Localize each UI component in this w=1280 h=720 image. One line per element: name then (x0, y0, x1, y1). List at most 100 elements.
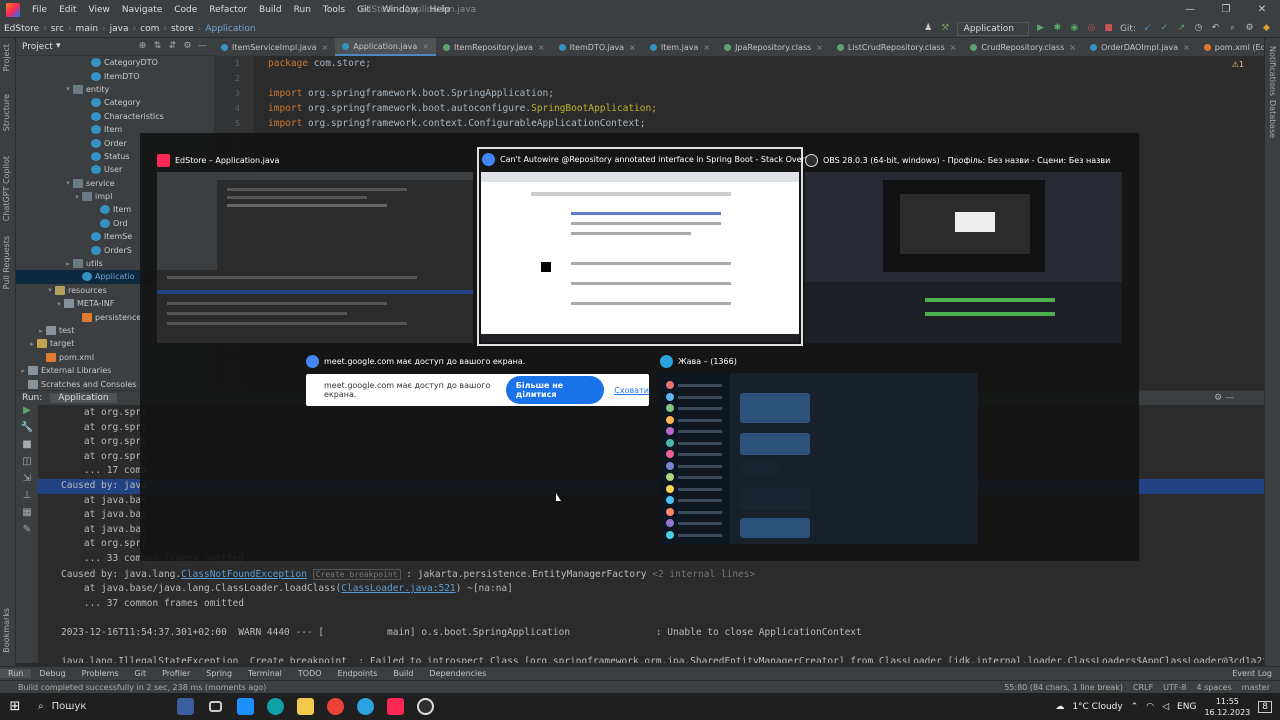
editor-tab[interactable]: Application.java × (335, 38, 436, 56)
volume-icon[interactable]: ◁ (1162, 702, 1169, 712)
tool-tab-terminal[interactable]: Terminal (240, 669, 290, 678)
switcher-window-telegram[interactable]: Жава – (1366) (660, 352, 978, 544)
close-tab-icon[interactable]: × (422, 42, 429, 51)
expand-all-icon[interactable]: ⇅ (152, 41, 163, 52)
close-tab-icon[interactable]: × (629, 43, 636, 52)
taskbar-app[interactable] (170, 693, 200, 720)
editor-tab[interactable]: JpaRepository.class × (717, 38, 830, 56)
caret-position[interactable]: 55:80 (84 chars, 1 line break) (1004, 683, 1123, 692)
debug-icon[interactable]: ✱ (1052, 23, 1063, 34)
camera-icon[interactable]: ◫ (16, 456, 38, 473)
run-config-select[interactable]: Application (956, 21, 1029, 36)
menu-navigate[interactable]: Navigate (116, 5, 168, 15)
restore-icon[interactable]: ❐ (1208, 0, 1244, 20)
edge-icon[interactable] (260, 693, 290, 720)
switcher-window-meet[interactable]: meet.google.com має доступ до вашого екр… (306, 352, 649, 372)
search-everywhere-icon[interactable]: ⌕ (1227, 23, 1238, 34)
collapse-all-icon[interactable]: ⇵ (167, 41, 178, 52)
project-tool-tab[interactable]: Project (2, 44, 11, 71)
tool-tab-dependencies[interactable]: Dependencies (421, 669, 494, 678)
run-icon[interactable]: ▶ (1035, 23, 1046, 34)
git-commit-icon[interactable]: ✓ (1159, 23, 1170, 34)
tool-tab-spring[interactable]: Spring (198, 669, 240, 678)
pin-icon[interactable]: ⊥ (16, 490, 38, 507)
tree-arrow-icon[interactable]: ▾ (72, 193, 82, 201)
taskbar-app[interactable] (230, 693, 260, 720)
close-tab-icon[interactable]: × (950, 43, 957, 52)
close-tab-icon[interactable]: × (322, 43, 329, 52)
user-icon[interactable]: ♟ (923, 23, 934, 34)
tree-arrow-icon[interactable]: ▾ (45, 286, 55, 294)
windows-start-icon[interactable]: ⊞ (0, 699, 30, 714)
editor-tab[interactable]: OrderDAOImpl.java × (1083, 38, 1197, 56)
restore-layout-icon[interactable]: ⇲ (16, 473, 38, 490)
menu-file[interactable]: File (26, 5, 53, 15)
tool-tab-git[interactable]: Git (127, 669, 155, 678)
breadcrumb-java[interactable]: java (106, 24, 133, 34)
task-view-icon[interactable] (200, 693, 230, 720)
menu-build[interactable]: Build (253, 5, 288, 15)
editor-tab[interactable]: ItemRepository.java × (436, 38, 552, 56)
taskbar-search[interactable]: ⌕ Пошук (30, 693, 170, 720)
settings-icon[interactable]: ⚙ — (1214, 393, 1234, 403)
tool-tab-run[interactable]: Run (0, 669, 32, 678)
wrench-icon[interactable]: 🔧 (16, 422, 38, 439)
tree-item[interactable]: ▾ entity (16, 83, 214, 96)
layout-icon[interactable]: ▦ (16, 507, 38, 524)
close-tab-icon[interactable]: × (1183, 43, 1190, 52)
tree-arrow-icon[interactable]: ▸ (27, 340, 37, 348)
hide-link[interactable]: Сховати (614, 386, 649, 395)
notifications-tool-tab[interactable]: Notifications (1268, 46, 1277, 96)
breadcrumb-main[interactable]: main (72, 24, 103, 34)
switcher-window-intellij[interactable]: EdStore – Application.java (157, 151, 473, 343)
rollback-icon[interactable]: ↶ (1210, 23, 1221, 34)
menu-refactor[interactable]: Refactor (203, 5, 253, 15)
telegram-icon[interactable] (350, 693, 380, 720)
git-branch[interactable]: master (1242, 683, 1270, 692)
rerun-icon[interactable]: ▶ (16, 405, 38, 422)
tree-item[interactable]: ItemDTO (16, 69, 214, 82)
breadcrumb-application[interactable]: Application (201, 24, 259, 34)
weather-text[interactable]: 1°C Cloudy (1072, 702, 1122, 712)
weather-icon[interactable]: ☁ (1055, 702, 1064, 712)
hammer-icon[interactable]: ⚒ (940, 23, 951, 34)
tool-tab-problems[interactable]: Problems (74, 669, 127, 678)
stop-sharing-button[interactable]: Більше не ділитися (505, 376, 605, 404)
close-tab-icon[interactable]: × (703, 43, 710, 52)
editor-tab[interactable]: ItemServiceImpl.java × (214, 38, 335, 56)
jetbrains-icon[interactable]: ◆ (1261, 23, 1272, 34)
close-tab-icon[interactable]: × (816, 43, 823, 52)
database-tool-tab[interactable]: Database (1268, 100, 1277, 138)
breadcrumb-com[interactable]: com (136, 24, 163, 34)
breadcrumb-project[interactable]: EdStore (0, 24, 43, 34)
file-encoding[interactable]: UTF-8 (1163, 683, 1186, 692)
tree-item[interactable]: Category (16, 96, 214, 109)
tool-tab-todo[interactable]: TODO (290, 669, 330, 678)
chatgpt-copilot-tool-tab[interactable]: ChatGPT Copilot (2, 156, 11, 221)
editor-tab[interactable]: Item.java × (643, 38, 717, 56)
tool-tab-build[interactable]: Build (385, 669, 421, 678)
breadcrumb-src[interactable]: src (47, 24, 68, 34)
switcher-window-chrome-stackoverflow[interactable]: Can't Autowire @Repository annotated int… (477, 147, 815, 346)
pull-requests-tool-tab[interactable]: Pull Requests (2, 236, 11, 289)
close-icon[interactable]: ✕ (1244, 0, 1280, 20)
notification-badge[interactable]: 8 (1258, 700, 1272, 713)
run-config-tab[interactable]: Application (50, 393, 117, 403)
tree-item[interactable]: Characteristics (16, 110, 214, 123)
internal-lines-fold[interactable]: <2 internal lines> (652, 569, 755, 580)
stop-icon[interactable]: ■ (16, 439, 38, 456)
hide-panel-icon[interactable]: — (197, 41, 208, 52)
menu-tools[interactable]: Tools (317, 5, 351, 15)
chrome-icon[interactable] (320, 693, 350, 720)
minimize-icon[interactable]: — (1172, 0, 1208, 20)
coverage-icon[interactable]: ◉ (1069, 23, 1080, 34)
close-tab-icon[interactable]: × (1069, 43, 1076, 52)
git-push-icon[interactable]: ↗ (1176, 23, 1187, 34)
profile-icon[interactable]: ◎ (1086, 23, 1097, 34)
tool-tab-debug[interactable]: Debug (31, 669, 73, 678)
menu-edit[interactable]: Edit (53, 5, 82, 15)
settings-icon[interactable]: ⚙ (1244, 23, 1255, 34)
bookmarks-tool-tab[interactable]: Bookmarks (2, 608, 11, 653)
pin-tab-icon[interactable]: ✎ (16, 524, 38, 541)
indent-setting[interactable]: 4 spaces (1197, 683, 1232, 692)
